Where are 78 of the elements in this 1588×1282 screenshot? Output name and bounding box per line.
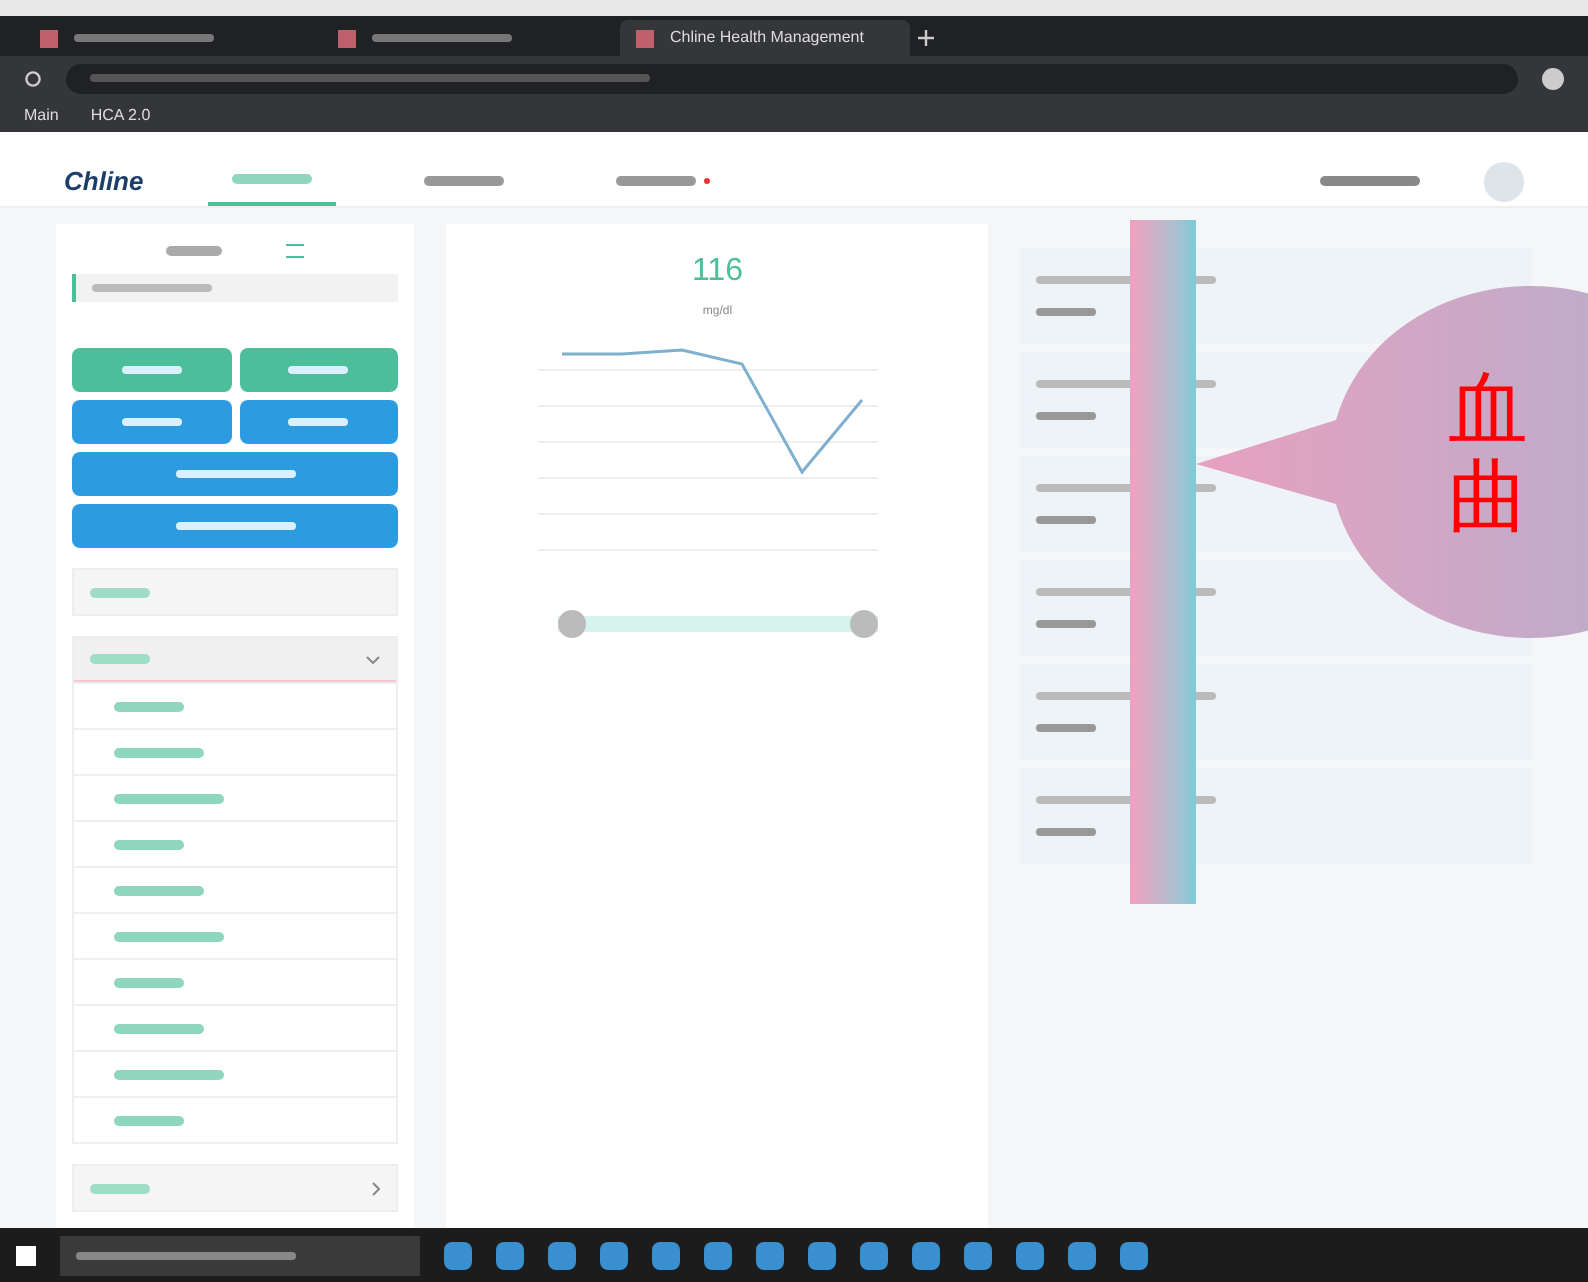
- blurred-text: [1036, 828, 1097, 836]
- app-icon[interactable]: [756, 1241, 784, 1269]
- profile-icon[interactable]: [1542, 67, 1564, 89]
- app-icon[interactable]: [652, 1241, 680, 1269]
- blurred-text: [90, 587, 150, 597]
- blurred-text: [1036, 412, 1097, 420]
- app-icon[interactable]: [496, 1241, 524, 1269]
- action-button[interactable]: [72, 348, 232, 392]
- app-icon[interactable]: [860, 1241, 888, 1269]
- blurred-text: [615, 176, 696, 186]
- blurred-text: [288, 366, 349, 374]
- reload-icon[interactable]: [24, 69, 42, 87]
- action-button[interactable]: [239, 348, 399, 392]
- blurred-text: [92, 284, 212, 292]
- site-icon: [636, 29, 654, 47]
- list-icon[interactable]: [286, 243, 305, 258]
- logo[interactable]: Chline: [64, 161, 144, 201]
- blurred-text: [1036, 724, 1097, 732]
- action-button[interactable]: [239, 400, 399, 444]
- site-icon: [40, 29, 58, 47]
- blurred-text: [90, 1183, 150, 1193]
- zoom-slider[interactable]: [557, 610, 878, 638]
- blurred-text: [423, 176, 504, 186]
- app-icon[interactable]: [600, 1241, 628, 1269]
- action-button[interactable]: [72, 504, 399, 548]
- blurred-text: [1036, 516, 1097, 524]
- app-icon[interactable]: [1068, 1241, 1096, 1269]
- blurred-text: [74, 34, 214, 42]
- blurred-text: [114, 1115, 184, 1125]
- reading-value: 116: [691, 252, 743, 292]
- blurred-text: [121, 366, 182, 374]
- new-tab-icon[interactable]: [918, 30, 934, 46]
- blurred-text: [175, 470, 296, 478]
- slider-handle[interactable]: [557, 610, 586, 638]
- taskbar-search[interactable]: [60, 1235, 420, 1275]
- tab-title: Chline Health Management: [670, 26, 864, 50]
- app-icon[interactable]: [1120, 1241, 1148, 1269]
- app-icon[interactable]: [912, 1241, 940, 1269]
- blurred-text: [288, 418, 349, 426]
- blurred-text: [231, 174, 312, 184]
- blurred-text: [114, 1069, 224, 1079]
- blurred-text: [114, 701, 184, 711]
- search-field[interactable]: [72, 273, 399, 303]
- app-icon[interactable]: [1016, 1241, 1044, 1269]
- blurred-text: [121, 418, 182, 426]
- callout-text: 血: [1448, 366, 1528, 454]
- app-icon[interactable]: [548, 1241, 576, 1269]
- blurred-text: [1036, 620, 1097, 628]
- action-button[interactable]: [72, 400, 232, 444]
- site-icon: [338, 29, 356, 47]
- blurred-text: [114, 747, 204, 757]
- blurred-text: [90, 654, 150, 664]
- browser-tab[interactable]: Chline Health Management: [620, 20, 910, 56]
- slider-handle[interactable]: [849, 610, 878, 638]
- blurred-text: [1320, 176, 1420, 186]
- bookmark[interactable]: HCA 2.0: [90, 104, 151, 128]
- blurred-text: [1036, 308, 1097, 316]
- windows-icon[interactable]: [16, 1245, 36, 1265]
- app-icon[interactable]: [964, 1241, 992, 1269]
- blurred-text: [114, 977, 184, 987]
- chevron-down-icon: [366, 655, 381, 663]
- blurred-text: [114, 793, 224, 803]
- blurred-text: [372, 34, 512, 42]
- app-icon[interactable]: [808, 1241, 836, 1269]
- blurred-text: [175, 522, 296, 530]
- action-button[interactable]: [72, 452, 399, 496]
- bookmark[interactable]: Main: [24, 104, 59, 128]
- blurred-text: [114, 839, 184, 849]
- app-icon[interactable]: [704, 1241, 732, 1269]
- callout-text: 曲: [1448, 454, 1528, 542]
- blurred-text: [166, 245, 223, 256]
- address-bar[interactable]: [66, 63, 1518, 93]
- blurred-text: [114, 1023, 204, 1033]
- chevron-right-icon: [372, 1181, 381, 1195]
- blurred-text: [114, 931, 224, 941]
- blurred-text: [114, 885, 204, 895]
- app-icon[interactable]: [444, 1241, 472, 1269]
- section-header[interactable]: [74, 638, 397, 682]
